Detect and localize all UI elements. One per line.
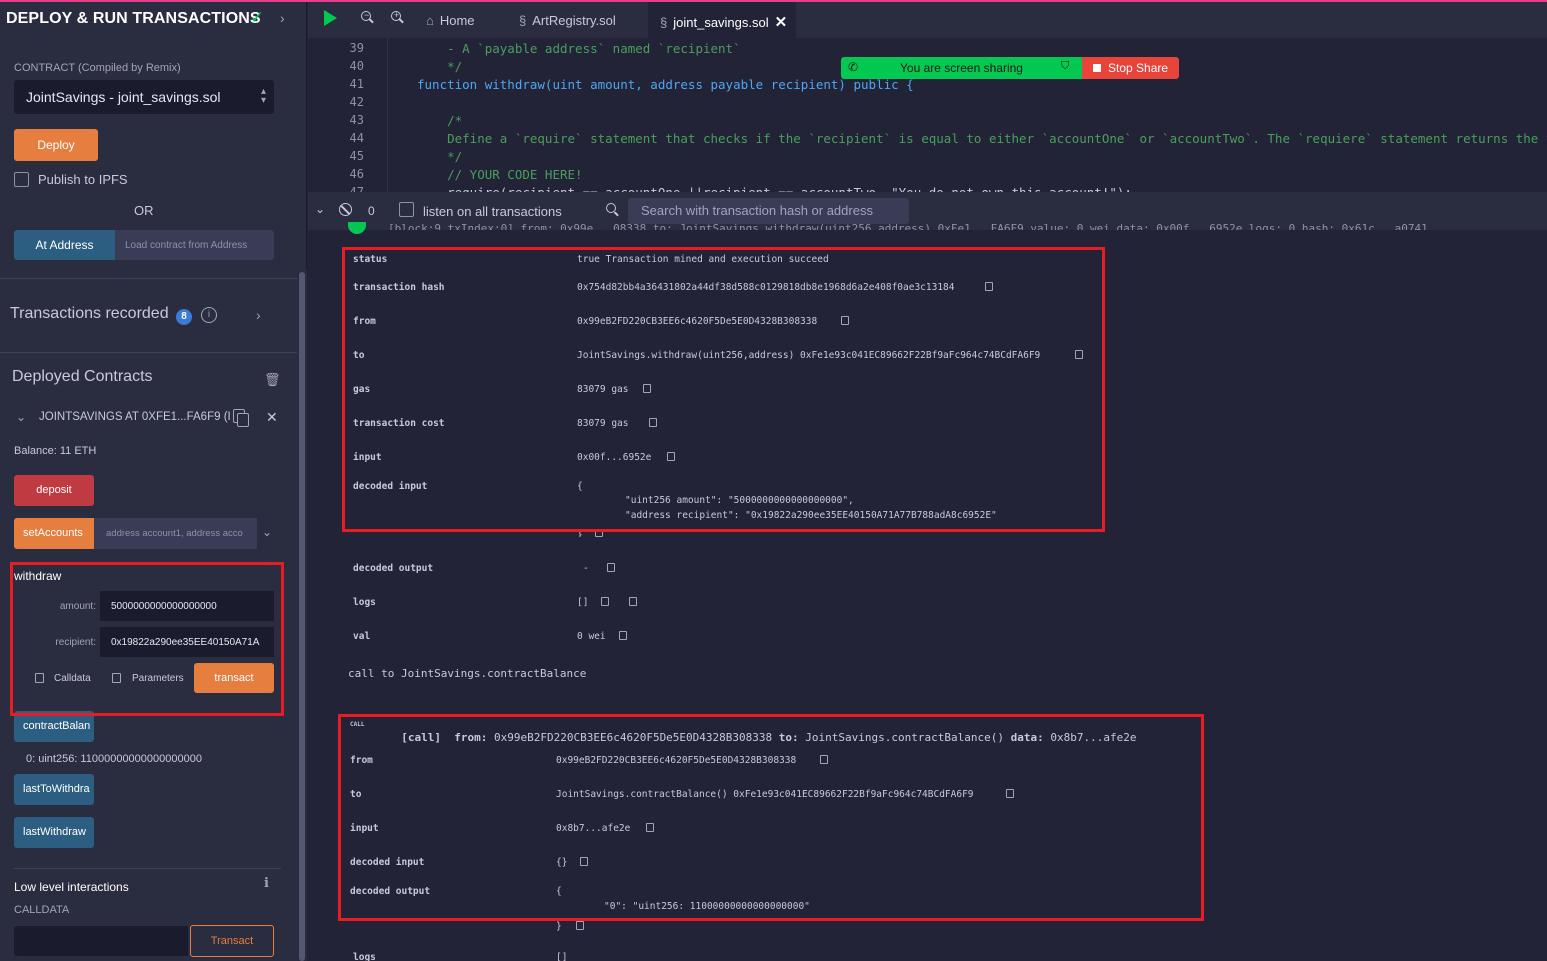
set-accounts-button[interactable]: setAccounts (14, 518, 94, 549)
plus-icon: + (394, 10, 400, 20)
tx-value: [] (577, 597, 589, 608)
instance-name: JOINTSAVINGS AT 0XFE1...FA6F9 (I (39, 411, 231, 423)
chevron-down-icon[interactable]: ⌄ (262, 525, 272, 539)
code-line: - A `payable address` named `recipient` (417, 41, 741, 56)
line-number: 45 (349, 149, 364, 163)
publish-ipfs-label: Publish to IPFS (38, 172, 128, 187)
line-number: 40 (349, 59, 364, 73)
scrollbar-thumb[interactable] (299, 272, 305, 961)
tab-label: Home (439, 13, 475, 28)
listen-all-checkbox[interactable] (399, 202, 414, 217)
line-number: 42 (349, 95, 364, 109)
copy-icon[interactable] (601, 597, 609, 606)
transaction-search-input[interactable]: Search with transaction hash or address (628, 198, 909, 224)
tx-value: - (583, 563, 589, 574)
chevron-right-icon[interactable]: › (280, 10, 285, 26)
deposit-button[interactable]: deposit (14, 475, 94, 506)
highlight-box (10, 562, 284, 716)
tab-home[interactable]: ⌂ Home (412, 2, 507, 38)
tx-value: } (556, 921, 562, 932)
deploy-button[interactable]: Deploy (14, 129, 98, 161)
low-level-title: Low level interactions (14, 880, 129, 894)
calldata-title: CALLDATA (14, 904, 70, 916)
check-icon: ✓ (250, 8, 265, 27)
instance-balance: Balance: 11 ETH (14, 445, 97, 457)
tab-art-registry[interactable]: § ArtRegistry.sol (507, 2, 647, 38)
home-icon: ⌂ (426, 13, 434, 28)
tab-label: ArtRegistry.sol (532, 13, 616, 28)
transactions-count-badge: 8 (176, 309, 192, 325)
divider (0, 352, 297, 353)
tx-value: 0 wei (577, 631, 606, 642)
line-number: 39 (349, 41, 364, 55)
info-icon[interactable]: i (201, 307, 217, 323)
line-number: 46 (349, 167, 364, 181)
trash-icon[interactable]: 🗑 (264, 372, 281, 388)
tab-joint-savings[interactable]: § joint_savings.sol ✕ (648, 2, 796, 38)
tx-key: decoded output (353, 563, 434, 574)
set-accounts-input[interactable]: address account1, address acco (94, 518, 257, 549)
stop-icon (1093, 64, 1101, 72)
collapse-terminal-icon[interactable]: ⌄ (315, 202, 325, 216)
run-icon[interactable] (324, 10, 337, 26)
info-icon[interactable]: i (264, 876, 269, 891)
sort-caret-icon: ▴ ▾ (260, 86, 266, 106)
tx-key: val (353, 631, 371, 642)
contract-select-value: JointSavings - joint_savings.sol (26, 89, 221, 105)
copy-icon[interactable] (619, 631, 627, 640)
divider (0, 278, 297, 279)
contract-select[interactable]: JointSavings - joint_savings.sol ▴ ▾ (14, 80, 274, 114)
phone-icon: ✆ (848, 60, 859, 74)
transactions-recorded-label[interactable]: Transactions recorded (10, 305, 169, 323)
code-line: /* (417, 113, 463, 128)
pending-tx-count: 0 (368, 204, 375, 218)
publish-ipfs-checkbox[interactable] (14, 172, 29, 187)
screen-sharing-banner: You are screen sharing (841, 57, 1082, 79)
code-line: */ (417, 59, 463, 74)
chevron-right-icon[interactable]: › (256, 307, 261, 323)
line-number: 47 (349, 185, 364, 192)
last-withdraw-button[interactable]: lastWithdraw (14, 817, 94, 848)
divider (14, 868, 281, 869)
calldata-input[interactable] (14, 926, 188, 956)
minus-icon: − (364, 10, 370, 20)
code-line: // YOUR CODE HERE! (417, 167, 583, 182)
or-label: OR (134, 203, 154, 218)
low-level-transact-button[interactable]: Transact (190, 925, 274, 957)
line-number: 44 (349, 131, 364, 145)
contract-balance-output: 0: uint256: 11000000000000000000 (26, 753, 202, 765)
line-number: 41 (349, 77, 364, 91)
line-number: 43 (349, 113, 364, 127)
tx-value: [] (556, 952, 568, 961)
copy-icon[interactable] (629, 597, 637, 606)
at-address-input[interactable]: Load contract from Address (115, 230, 274, 260)
solidity-file-icon: § (660, 15, 668, 30)
code-line: */ (417, 149, 463, 164)
listen-all-label: listen on all transactions (423, 204, 562, 219)
solidity-file-icon: § (519, 13, 527, 28)
close-icon[interactable]: ✕ (266, 409, 278, 426)
chevron-down-icon[interactable]: ⌄ (16, 410, 26, 424)
code-line: require(recipient == accountOne ||recipi… (417, 185, 1132, 192)
highlight-box (342, 247, 1105, 532)
copy-icon-front[interactable] (237, 413, 249, 427)
tx-key: logs (353, 597, 376, 608)
tx-key: logs (353, 952, 376, 961)
code-line: function withdraw(uint amount, address p… (417, 77, 914, 92)
tab-label: joint_savings.sol (673, 15, 769, 30)
copy-icon[interactable] (607, 563, 615, 572)
tx-summary-line[interactable]: [block:9 txIndex:0] from: 0x99e...08338 … (388, 222, 1518, 230)
last-to-withdraw-button[interactable]: lastToWithdra (14, 774, 94, 805)
call-note: call to JointSavings.contractBalance (348, 667, 587, 680)
panel-title: DEPLOY & RUN TRANSACTIONS (6, 10, 261, 27)
deployed-contracts-title: Deployed Contracts (12, 368, 153, 385)
close-icon[interactable]: ✕ (775, 14, 788, 31)
highlight-box (338, 714, 1204, 921)
at-address-button[interactable]: At Address (14, 230, 115, 260)
copy-icon[interactable] (576, 921, 584, 930)
shield-icon: ⛉ (1061, 60, 1070, 72)
code-line: Define a `require` statement that checks… (447, 131, 1547, 146)
contract-label: CONTRACT (Compiled by Remix) (14, 62, 181, 74)
